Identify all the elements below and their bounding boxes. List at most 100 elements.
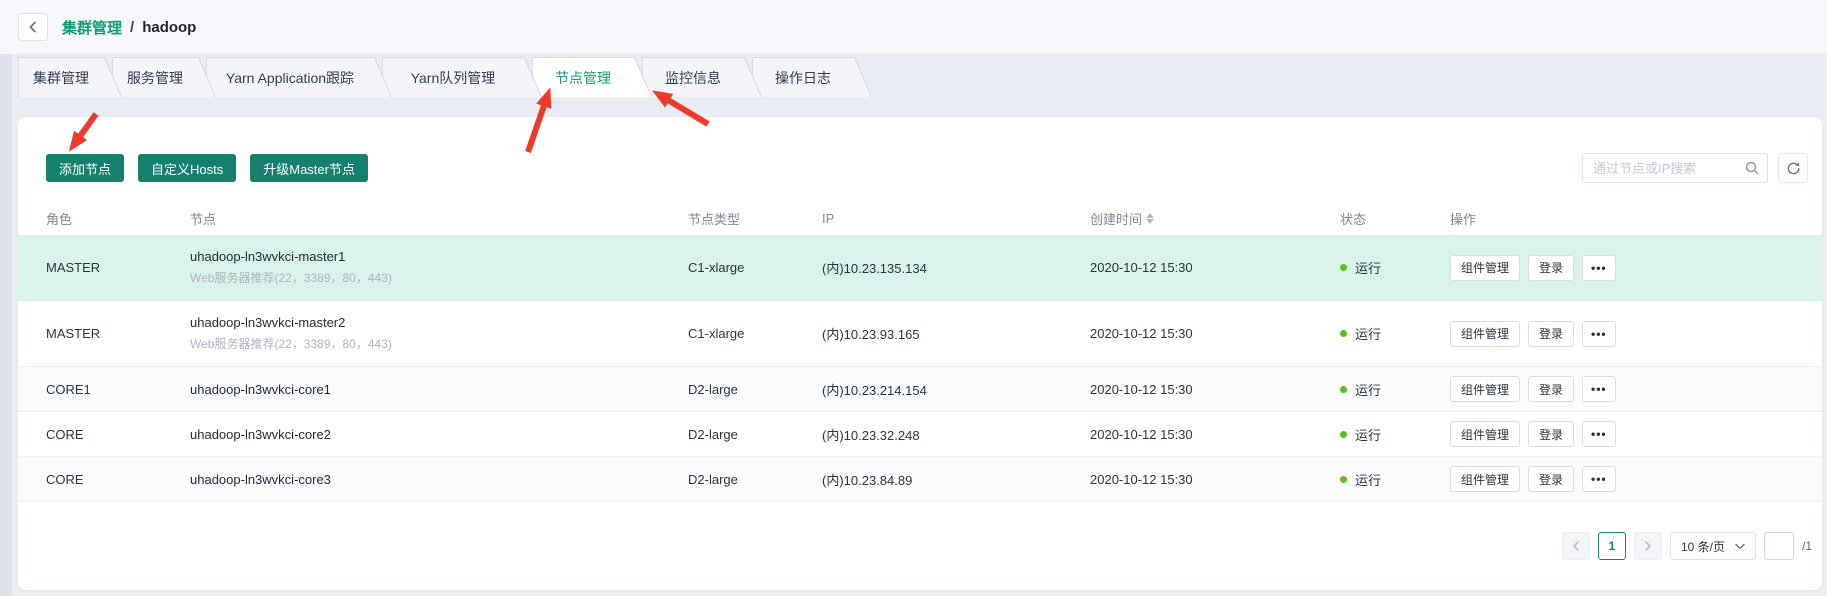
sort-created[interactable]: 创建时间 — [1090, 209, 1154, 228]
pagination-page-1[interactable]: 1 — [1598, 532, 1626, 560]
more-actions-button[interactable]: ••• — [1582, 466, 1616, 492]
cell-role: CORE — [46, 472, 190, 487]
status-label: 运行 — [1355, 324, 1381, 343]
column-header-node: 节点 — [190, 209, 688, 228]
cell-ip: (内)10.23.93.165 — [822, 324, 1090, 343]
cell-node-type: D2-large — [688, 427, 822, 442]
tab-label: Yarn队列管理 — [411, 68, 496, 88]
tab-label: 节点管理 — [555, 68, 611, 88]
content-card: 添加节点自定义Hosts升级Master节点 角色 节点 节点类型 IP 创建时… — [18, 117, 1822, 590]
toolbar-button-1[interactable]: 自定义Hosts — [138, 154, 236, 182]
cell-ip: (内)10.23.135.134 — [822, 258, 1090, 277]
status-dot-icon — [1340, 431, 1347, 438]
tab-label: 监控信息 — [665, 68, 721, 88]
more-actions-button[interactable]: ••• — [1582, 421, 1616, 447]
status-dot-icon — [1340, 264, 1347, 271]
breadcrumb: 集群管理 / hadoop — [18, 13, 196, 41]
search-input[interactable] — [1582, 153, 1768, 183]
table-row[interactable]: MASTER uhadoop-ln3wvkci-master1 Web服务器推荐… — [18, 235, 1822, 301]
cell-node-type: C1-xlarge — [688, 260, 822, 275]
status-label: 运行 — [1355, 258, 1381, 277]
cell-role: CORE — [46, 427, 190, 442]
chevron-right-icon — [1644, 541, 1652, 551]
table-body: MASTER uhadoop-ln3wvkci-master1 Web服务器推荐… — [18, 235, 1822, 502]
toolbar-button-0[interactable]: 添加节点 — [46, 154, 124, 182]
cell-role: MASTER — [46, 326, 190, 341]
table-row[interactable]: CORE1 uhadoop-ln3wvkci-core1 D2-large (内… — [18, 367, 1822, 412]
chevron-left-icon — [28, 21, 38, 33]
toolbar-button-2[interactable]: 升级Master节点 — [250, 154, 368, 182]
column-header-type: 节点类型 — [688, 209, 822, 228]
more-actions-button[interactable]: ••• — [1582, 255, 1616, 281]
component-manage-button[interactable]: 组件管理 — [1450, 255, 1520, 281]
toolbar: 添加节点 自定义Hosts 升级Master节点 — [46, 153, 1808, 183]
pagination-prev-button[interactable] — [1562, 532, 1590, 560]
status-label: 运行 — [1355, 425, 1381, 444]
refresh-icon — [1786, 161, 1801, 176]
cell-node: uhadoop-ln3wvkci-core2 — [190, 427, 688, 442]
component-manage-button[interactable]: 组件管理 — [1450, 376, 1520, 402]
cell-node: uhadoop-ln3wvkci-core1 — [190, 382, 688, 397]
component-manage-button[interactable]: 组件管理 — [1450, 321, 1520, 347]
tab-4[interactable]: 节点管理 — [532, 57, 652, 97]
tab-label: 服务管理 — [127, 68, 183, 88]
toolbar-buttons: 添加节点 自定义Hosts 升级Master节点 — [46, 154, 368, 182]
toolbar-button-label: 升级Master节点 — [263, 162, 355, 177]
page-header-background — [0, 0, 1827, 54]
toolbar-button-label: 自定义Hosts — [151, 162, 223, 177]
table-row[interactable]: CORE uhadoop-ln3wvkci-core2 D2-large (内)… — [18, 412, 1822, 457]
cell-actions: 组件管理 登录 ••• — [1450, 466, 1822, 492]
pagination-next-button[interactable] — [1634, 532, 1662, 560]
tab-2[interactable]: Yarn Application跟踪 — [206, 57, 392, 97]
tab-3[interactable]: Yarn队列管理 — [382, 57, 542, 97]
tab-5[interactable]: 监控信息 — [642, 57, 762, 97]
tab-label: Yarn Application跟踪 — [226, 68, 354, 88]
breadcrumb-separator: / — [130, 19, 134, 36]
page-jump-input[interactable] — [1764, 532, 1794, 560]
toolbar-button-label: 添加节点 — [59, 162, 111, 177]
breadcrumb-link-cluster[interactable]: 集群管理 — [62, 17, 122, 38]
login-button[interactable]: 登录 — [1528, 421, 1574, 447]
cell-created: 2020-10-12 15:30 — [1090, 472, 1340, 487]
more-actions-button[interactable]: ••• — [1582, 376, 1616, 402]
status-label: 运行 — [1355, 470, 1381, 489]
login-button[interactable]: 登录 — [1528, 466, 1574, 492]
node-name: uhadoop-ln3wvkci-core2 — [190, 427, 688, 442]
component-manage-button[interactable]: 组件管理 — [1450, 466, 1520, 492]
tab-1[interactable]: 服务管理 — [112, 57, 216, 97]
breadcrumb-trail: 集群管理 / hadoop — [62, 17, 196, 38]
cell-node-type: C1-xlarge — [688, 326, 822, 341]
refresh-button[interactable] — [1778, 153, 1808, 183]
status-dot-icon — [1340, 330, 1347, 337]
sort-icon — [1146, 213, 1154, 224]
chevron-left-icon — [1572, 541, 1580, 551]
search-icon[interactable] — [1744, 160, 1760, 176]
login-button[interactable]: 登录 — [1528, 376, 1574, 402]
column-header-created: 创建时间 — [1090, 209, 1340, 228]
node-name: uhadoop-ln3wvkci-master1 — [190, 249, 688, 264]
cell-created: 2020-10-12 15:30 — [1090, 326, 1340, 341]
table-row[interactable]: CORE uhadoop-ln3wvkci-core3 D2-large (内)… — [18, 457, 1822, 502]
cell-status: 运行 — [1340, 258, 1450, 277]
table-row[interactable]: MASTER uhadoop-ln3wvkci-master2 Web服务器推荐… — [18, 301, 1822, 367]
tab-6[interactable]: 操作日志 — [752, 57, 872, 97]
back-button[interactable] — [18, 13, 48, 41]
more-actions-button[interactable]: ••• — [1582, 321, 1616, 347]
status-label: 运行 — [1355, 380, 1381, 399]
login-button[interactable]: 登录 — [1528, 321, 1574, 347]
component-manage-button[interactable]: 组件管理 — [1450, 421, 1520, 447]
page-size-select[interactable]: 10 条/页 — [1670, 532, 1756, 560]
cell-node-type: D2-large — [688, 472, 822, 487]
breadcrumb-current: hadoop — [142, 19, 196, 36]
chevron-down-icon — [1735, 543, 1745, 550]
status-dot-icon — [1340, 476, 1347, 483]
cell-actions: 组件管理 登录 ••• — [1450, 321, 1822, 347]
cell-created: 2020-10-12 15:30 — [1090, 260, 1340, 275]
tab-0[interactable]: 集群管理 — [18, 57, 122, 97]
login-button[interactable]: 登录 — [1528, 255, 1574, 281]
cell-actions: 组件管理 登录 ••• — [1450, 421, 1822, 447]
tab-bar: 集群管理 服务管理 Yarn Application跟踪 Yarn队列管理 节点… — [18, 57, 862, 97]
column-header-status: 状态 — [1340, 209, 1450, 228]
node-name: uhadoop-ln3wvkci-master2 — [190, 315, 688, 330]
page-edge-strip — [0, 0, 12, 596]
